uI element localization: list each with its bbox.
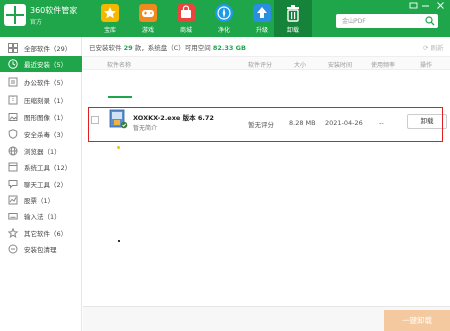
sidebar-item-label: 输入法（1） <box>24 213 61 221</box>
sidebar-item-label: 最近安装（5） <box>24 61 68 69</box>
sidebar-item-system-tools[interactable]: 系统工具（12） <box>0 159 82 175</box>
sidebar-item-chat[interactable]: 聊天工具（2） <box>0 176 82 192</box>
refresh-label: 刷新 <box>430 44 444 52</box>
tab-games-label: 游戏 <box>141 27 154 34</box>
stock-icon <box>8 195 18 205</box>
column-header-size[interactable]: 大小 <box>294 60 306 69</box>
column-header-name[interactable]: 软件名称 <box>107 60 131 69</box>
skin-icon[interactable] <box>409 1 418 10</box>
keyboard-icon <box>8 213 18 220</box>
search-icon[interactable] <box>425 16 435 26</box>
sidebar-item-other[interactable]: 其它软件（6） <box>0 225 82 241</box>
sidebar-item-input-method[interactable]: 输入法（1） <box>0 208 82 224</box>
tab-shop-label: 商城 <box>179 27 192 34</box>
tab-uninstall[interactable]: 卸载 <box>274 0 312 37</box>
dot-mark <box>118 240 120 242</box>
installed-count: 29 <box>123 44 133 52</box>
sidebar-item-label: 浏览器（1） <box>24 148 61 156</box>
tab-clean[interactable]: 净化 <box>205 0 243 37</box>
highlight-box <box>88 107 443 142</box>
sidebar-item-package-clean[interactable]: 安装包清理 <box>0 241 82 257</box>
sidebar-item-archive[interactable]: 压缩刻录（1） <box>0 92 82 108</box>
free-space: 82.33 GB <box>212 44 246 52</box>
app-version: 官方 <box>30 19 43 26</box>
sidebar-item-image[interactable]: 图形图像（1） <box>0 109 82 125</box>
tab-uninstall-label: 卸载 <box>286 27 299 34</box>
tab-store-label: 宝库 <box>103 27 116 34</box>
top-bar: 360软件管家 官方 宝库 游戏 商城 净化 升级 卸载 金山PDF <box>0 0 450 37</box>
install-summary: 已安装软件 29 款，系统盘（C）可用空间 82.33 GB <box>89 42 246 52</box>
sidebar-item-label: 压缩刻录（1） <box>24 97 68 105</box>
tab-shop[interactable]: 商城 <box>167 0 205 37</box>
dot-mark <box>117 146 120 149</box>
clock-icon <box>8 59 18 69</box>
trash-icon <box>287 5 299 22</box>
sidebar-item-label: 办公软件（5） <box>24 79 68 87</box>
footer-bar: 一键卸载 <box>83 306 450 331</box>
browser-icon <box>8 146 18 156</box>
grid-icon <box>8 43 18 53</box>
refresh-icon: ⟳ <box>423 44 429 52</box>
column-header-action: 操作 <box>420 62 433 69</box>
office-icon <box>8 77 18 87</box>
onekey-uninstall-button[interactable]: 一键卸载 <box>384 310 450 331</box>
sidebar-item-label: 系统工具（12） <box>24 164 72 172</box>
close-icon[interactable] <box>436 1 445 10</box>
tab-games[interactable]: 游戏 <box>129 0 167 37</box>
shield-icon <box>8 129 18 139</box>
column-header-date[interactable]: 安装时间 <box>328 60 352 69</box>
sidebar-item-recent[interactable]: 最近安装（5） <box>0 56 82 72</box>
minimize-icon[interactable] <box>421 1 430 10</box>
sidebar-item-label: 安装包清理 <box>24 246 57 254</box>
search-input[interactable]: 金山PDF <box>342 16 366 25</box>
tab-clean-label: 净化 <box>217 27 230 34</box>
sidebar: 全部软件（29） 最近安装（5） 办公软件（5） 压缩刻录（1） 图形图像（1）… <box>0 37 82 331</box>
chat-icon <box>8 180 18 189</box>
sidebar-item-all[interactable]: 全部软件（29） <box>0 40 82 56</box>
tab-store[interactable]: 宝库 <box>91 0 129 37</box>
sidebar-item-stock[interactable]: 股票（1） <box>0 192 82 208</box>
sidebar-item-label: 聊天工具（2） <box>24 181 68 189</box>
image-icon <box>8 113 18 121</box>
summary-prefix: 已安装软件 <box>89 44 122 52</box>
table-header: 软件名称 软件评分 大小 安装时间 使用频率 操作 <box>83 56 450 70</box>
summary-suffix: 款，系统盘（C）可用空间 <box>134 44 211 52</box>
star-icon <box>101 4 119 22</box>
shop-bag-icon <box>177 4 195 22</box>
sidebar-item-label: 安全杀毒（3） <box>24 131 68 139</box>
sidebar-item-security[interactable]: 安全杀毒（3） <box>0 126 82 142</box>
app-logo-icon <box>4 4 26 26</box>
sidebar-item-browser[interactable]: 浏览器（1） <box>0 143 82 159</box>
package-clean-icon <box>8 244 18 254</box>
upgrade-arrow-icon <box>253 4 271 22</box>
sidebar-item-label: 其它软件（6） <box>24 230 68 238</box>
sidebar-item-label: 股票（1） <box>24 197 55 205</box>
star-outline-icon <box>8 228 18 238</box>
archive-icon <box>8 95 18 105</box>
tools-icon <box>8 162 18 172</box>
column-header-frequency[interactable]: 使用频率 <box>371 60 395 69</box>
app-title: 360软件管家 <box>30 6 78 15</box>
compass-icon <box>215 4 233 22</box>
sidebar-item-office[interactable]: 办公软件（5） <box>0 74 82 90</box>
gamepad-icon <box>139 4 157 22</box>
search-box[interactable]: 金山PDF <box>336 14 438 28</box>
loading-indicator <box>108 96 132 98</box>
refresh-button[interactable]: ⟳ 刷新 <box>423 42 444 52</box>
column-header-score[interactable]: 软件评分 <box>248 60 272 69</box>
sidebar-item-label: 图形图像（1） <box>24 114 68 122</box>
sidebar-item-label: 全部软件（29） <box>24 45 72 53</box>
